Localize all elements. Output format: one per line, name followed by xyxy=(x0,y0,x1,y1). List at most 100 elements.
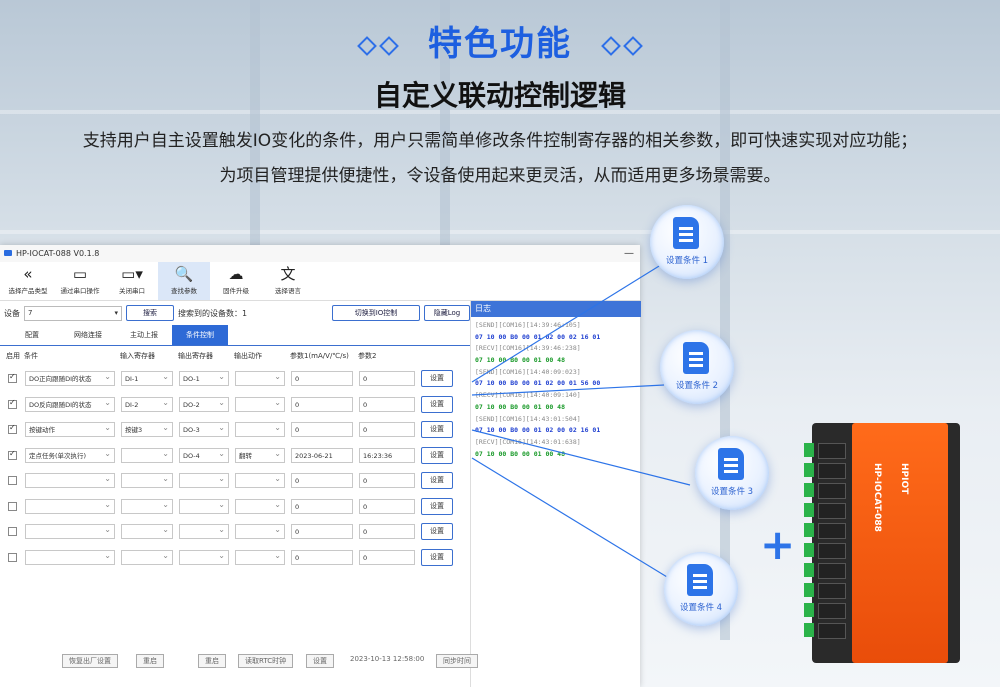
read-rtc-button[interactable]: 读取RTC时钟 xyxy=(238,654,294,668)
param1-input[interactable]: 0 xyxy=(291,473,353,489)
enable-checkbox[interactable] xyxy=(8,476,17,486)
tab-network[interactable]: 网络连接 xyxy=(60,325,116,345)
restart-button-2[interactable]: 重启 xyxy=(198,654,226,668)
tab-config[interactable]: 配置 xyxy=(4,325,60,345)
condition-select[interactable]: DO正向跟随DI的状态 xyxy=(25,371,115,387)
condition-bubble-4: 设置条件 4 xyxy=(664,552,738,626)
output-action-select[interactable] xyxy=(235,498,285,514)
param2-input[interactable]: 0 xyxy=(359,371,415,387)
minimize-icon[interactable]: — xyxy=(624,245,634,262)
param1-input[interactable]: 2023-06-21 xyxy=(291,447,353,463)
param1-input[interactable]: 0 xyxy=(291,524,353,540)
input-register-select[interactable]: DI-1 xyxy=(121,371,173,387)
device-select[interactable]: 7 ▾ xyxy=(24,305,122,321)
output-register-select[interactable]: DO-4 xyxy=(179,447,229,463)
tab-report[interactable]: 主动上报 xyxy=(116,325,172,345)
search-button[interactable]: 搜索 xyxy=(126,305,174,321)
green-connector xyxy=(804,603,814,617)
output-action-select[interactable] xyxy=(235,473,285,489)
input-register-select[interactable] xyxy=(121,498,173,514)
param2-input[interactable]: 16:23:36 xyxy=(359,447,415,463)
output-action-select[interactable] xyxy=(235,524,285,540)
title-bar: HP-IOCAT-088 V0.1.8 — xyxy=(0,245,640,262)
output-register-select[interactable]: DO-2 xyxy=(179,396,229,412)
switch-io-button[interactable]: 切换到IO控制 xyxy=(332,305,420,321)
table-row: 00 设置 xyxy=(0,519,470,545)
condition-select[interactable]: DO反向跟随DI的状态 xyxy=(25,396,115,412)
set-condition-button[interactable]: 设置 xyxy=(421,548,453,566)
output-register-select[interactable] xyxy=(179,524,229,540)
tool-close-serial[interactable]: ▭▾ 关闭串口 xyxy=(106,262,158,300)
hide-log-button[interactable]: 隐藏Log xyxy=(424,305,470,321)
input-register-select[interactable] xyxy=(121,524,173,540)
sync-time-button[interactable]: 同步时间 xyxy=(436,654,478,668)
output-register-select[interactable]: DO-3 xyxy=(179,422,229,438)
enable-checkbox[interactable] xyxy=(8,501,17,511)
param1-input[interactable]: 0 xyxy=(291,371,353,387)
param2-input[interactable]: 0 xyxy=(359,549,415,565)
enable-checkbox[interactable] xyxy=(8,527,17,537)
condition-select[interactable]: 按键动作 xyxy=(25,422,115,438)
set-condition-button[interactable]: 设置 xyxy=(421,446,453,464)
output-action-select[interactable] xyxy=(235,549,285,565)
param2-input[interactable]: 0 xyxy=(359,422,415,438)
set-condition-button[interactable]: 设置 xyxy=(421,421,453,439)
output-register-select[interactable]: DO-1 xyxy=(179,371,229,387)
enable-checkbox[interactable] xyxy=(8,423,17,435)
tool-firmware-upgrade[interactable]: ☁ 固件升级 xyxy=(210,262,262,300)
param1-input[interactable]: 0 xyxy=(291,549,353,565)
col-param2: 参数2 xyxy=(358,352,377,360)
condition-select[interactable]: 定点任务(单次执行) xyxy=(25,447,115,463)
output-action-select[interactable]: 翻转 xyxy=(235,447,285,463)
log-line: [RECV][COM16][14:40:09:140] xyxy=(475,391,581,400)
restart-button[interactable]: 重启 xyxy=(136,654,164,668)
input-register-select[interactable]: DI-2 xyxy=(121,396,173,412)
param1-input[interactable]: 0 xyxy=(291,498,353,514)
enable-checkbox[interactable] xyxy=(8,372,17,384)
tool-language[interactable]: 文选择语言 xyxy=(262,262,314,300)
param1-input[interactable]: 0 xyxy=(291,396,353,412)
enable-checkbox[interactable] xyxy=(8,449,17,460)
output-register-select[interactable] xyxy=(179,473,229,489)
terminal-block xyxy=(818,483,846,499)
param2-input[interactable]: 0 xyxy=(359,524,415,540)
set-condition-button[interactable]: 设置 xyxy=(421,370,453,388)
condition-select[interactable] xyxy=(25,498,115,514)
table-row: 00 设置 xyxy=(0,494,470,520)
param2-input[interactable]: 0 xyxy=(359,498,415,514)
output-action-select[interactable] xyxy=(235,396,285,412)
set-condition-button[interactable]: 设置 xyxy=(421,497,453,515)
document-icon xyxy=(683,342,709,374)
condition-select[interactable] xyxy=(25,524,115,540)
enable-checkbox[interactable] xyxy=(8,552,17,562)
tab-condition-control[interactable]: 条件控制 xyxy=(172,325,228,345)
set-condition-button[interactable]: 设置 xyxy=(421,523,453,541)
input-register-select[interactable] xyxy=(121,473,173,489)
tool-serial-operate[interactable]: ▭ 通过串口操作 xyxy=(54,262,106,300)
condition-select[interactable] xyxy=(25,549,115,565)
table-row: 00 设置 xyxy=(0,468,470,494)
set-condition-button[interactable]: 设置 xyxy=(421,395,453,413)
tool-label: 固件升级 xyxy=(223,287,249,295)
tool-search-params[interactable]: 🔍 查找参数 xyxy=(158,262,210,300)
log-line: 07 10 00 B0 00 01 00 48 xyxy=(475,449,566,458)
set-condition-button[interactable]: 设置 xyxy=(421,472,453,490)
output-action-select[interactable] xyxy=(235,371,285,387)
input-register-select[interactable]: 按键3 xyxy=(121,422,173,438)
param1-input[interactable]: 0 xyxy=(291,422,353,438)
output-register-select[interactable] xyxy=(179,549,229,565)
input-register-select[interactable] xyxy=(121,549,173,565)
document-icon xyxy=(718,448,744,480)
input-register-select[interactable] xyxy=(121,447,173,463)
enable-checkbox[interactable] xyxy=(8,398,17,409)
log-line: 07 10 00 B0 00 01 02 00 02 16 01 xyxy=(475,332,601,341)
output-register-select[interactable] xyxy=(179,498,229,514)
factory-reset-button[interactable]: 恢复出厂设置 xyxy=(62,654,118,668)
param2-input[interactable]: 0 xyxy=(359,396,415,412)
set-button[interactable]: 设置 xyxy=(306,654,334,668)
param2-input[interactable]: 0 xyxy=(359,473,415,489)
tool-select-product[interactable]: « 选择产品类型 xyxy=(2,262,54,300)
device-row: 设备 7 ▾ 搜索 搜索到的设备数：1 切换到IO控制 隐藏Log xyxy=(0,301,470,325)
output-action-select[interactable] xyxy=(235,422,285,438)
condition-select[interactable] xyxy=(25,473,115,489)
